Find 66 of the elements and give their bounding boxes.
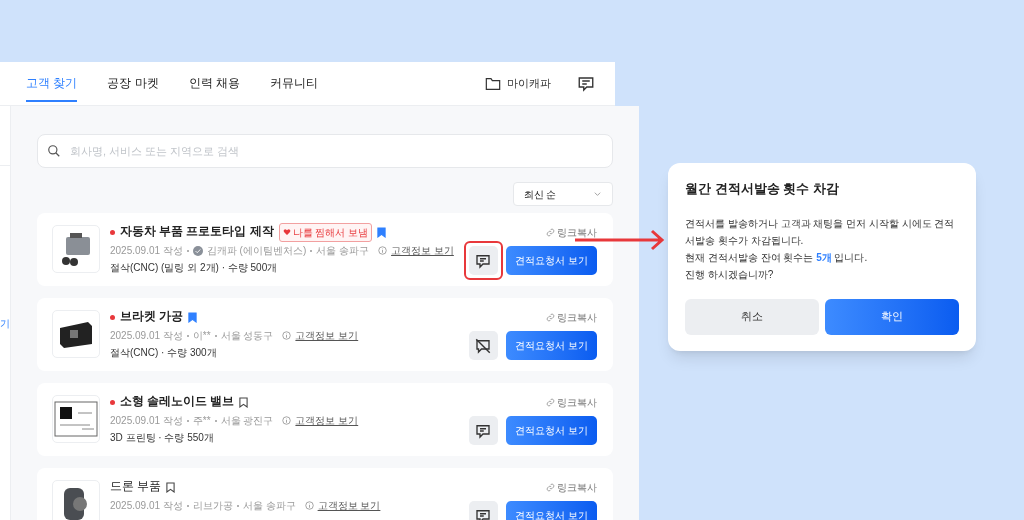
link-icon [545, 398, 555, 407]
heart-icon [282, 228, 291, 236]
sort-dropdown[interactable]: 최신 순 [512, 182, 613, 206]
sidebar-text: 기 [0, 317, 10, 331]
location-text: 서울 송파구 [242, 499, 296, 513]
card-title: 자동차 부품 프로토타입 제작 [120, 224, 274, 240]
company-name: 이** [192, 329, 211, 343]
customer-info-link[interactable]: 고객정보 보기 [391, 243, 454, 258]
copy-link-button[interactable]: 링크복사 [545, 395, 597, 410]
confirm-button[interactable]: 확인 [825, 298, 959, 335]
card-title: 소형 솔레노이드 밸브 [120, 394, 235, 410]
nav-tab[interactable]: 고객 찾기 [26, 65, 78, 102]
post-date: 2025.09.01 작성 [110, 329, 183, 343]
chevron-down-icon [592, 189, 602, 199]
dialog-title: 월간 견적서발송 횟수 차감 [685, 180, 840, 198]
folder-icon [485, 76, 501, 91]
link-icon [545, 483, 555, 492]
dialog-text: 진행 하시겠습니까? [685, 267, 775, 282]
chat-off-icon [474, 336, 493, 355]
nav-tab[interactable]: 인력 채용 [188, 65, 241, 102]
spec-text: 3D 프린팅 · 수량 550개 [110, 431, 215, 445]
location-text: 서울 광진구 [220, 414, 274, 428]
nav-tab[interactable]: 공장 마켓 [107, 65, 159, 102]
bookmark-icon[interactable] [377, 226, 387, 238]
info-icon [304, 501, 314, 510]
location-text: 서울 성동구 [220, 329, 274, 343]
customer-info-link[interactable]: 고객정보 보기 [295, 328, 359, 343]
card-title: 드론 부품 [110, 479, 162, 495]
chat-icon[interactable] [577, 74, 595, 93]
company-name: 주** [192, 414, 211, 428]
spec-text: 절삭(CNC) · 수량 300개 [110, 346, 218, 360]
view-quote-button[interactable]: 견적요청서 보기 [505, 246, 597, 275]
post-date: 2025.09.01 작성 [110, 244, 183, 258]
dialog-text: 견적서를 발송하거나 고객과 채팅을 먼저 시작할 시에도 견적서발송 횟수가 차감됩니다. [685, 216, 956, 248]
my-page-link[interactable]: 마이캐파 [507, 75, 551, 92]
info-icon [282, 331, 292, 340]
chat-button[interactable] [468, 331, 498, 360]
technical-drawing [54, 401, 98, 437]
view-quote-button[interactable]: 견적요청서 보기 [505, 501, 597, 520]
link-icon [545, 313, 555, 322]
chat-button[interactable] [468, 416, 498, 445]
card-title: 브라켓 가공 [120, 309, 184, 325]
nav-tab[interactable]: 커뮤니티 [270, 65, 319, 102]
copy-link-button[interactable]: 링크복사 [545, 225, 597, 240]
info-icon [378, 246, 388, 255]
bookmark-icon[interactable] [188, 311, 198, 323]
bookmark-icon[interactable] [166, 481, 176, 493]
post-date: 2025.09.01 작성 [110, 499, 183, 513]
copy-link-button[interactable]: 링크복사 [545, 480, 597, 495]
dialog-text: 현재 견적서발송 잔여 횟수는 5개 입니다. [685, 250, 869, 265]
favorite-badge: 나를 찜해서 보냄 [278, 222, 373, 242]
chat-button[interactable] [468, 246, 498, 275]
location-text: 서울 송파구 [316, 244, 370, 258]
copy-link-button[interactable]: 링크복사 [545, 310, 597, 325]
spec-text: 절삭(CNC) (밀링 외 2개) · 수량 500개 [110, 261, 279, 275]
customer-info-link[interactable]: 고객정보 보기 [317, 498, 381, 513]
post-date: 2025.09.01 작성 [110, 414, 183, 428]
info-icon [282, 416, 292, 425]
bookmark-icon[interactable] [239, 396, 249, 408]
link-icon [545, 228, 555, 237]
view-quote-button[interactable]: 견적요청서 보기 [505, 416, 597, 445]
company-name: 리브가공 [192, 499, 233, 513]
company-name: 김캐파 (에이팀벤처스) [206, 244, 307, 258]
cancel-button[interactable]: 취소 [685, 298, 819, 335]
view-quote-button[interactable]: 견적요청서 보기 [505, 331, 597, 360]
customer-info-link[interactable]: 고객정보 보기 [295, 413, 359, 428]
